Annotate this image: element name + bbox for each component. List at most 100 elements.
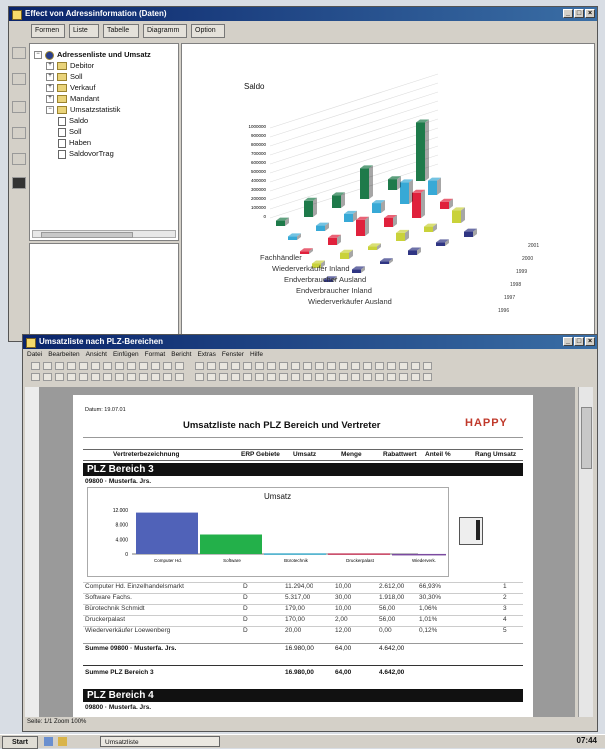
report-toolbar-icon[interactable] xyxy=(127,373,136,381)
report-toolbar-icon[interactable] xyxy=(195,373,204,381)
report-toolbar-icon[interactable] xyxy=(115,373,124,381)
close-button[interactable]: × xyxy=(585,9,595,18)
report-toolbar-icon[interactable] xyxy=(339,362,348,370)
tree-item[interactable]: SaldovorTrag xyxy=(58,149,114,159)
tree-item[interactable]: Haben xyxy=(58,138,91,148)
menu-ansicht[interactable]: Ansicht xyxy=(86,350,107,360)
tree-hscrollbar[interactable] xyxy=(32,230,176,238)
report-toolbar-icon[interactable] xyxy=(339,373,348,381)
report-toolbar-icon[interactable] xyxy=(399,362,408,370)
report-toolbar-icon[interactable] xyxy=(219,362,228,370)
tree-item[interactable]: + Verkauf xyxy=(46,83,95,93)
report-toolbar-icon[interactable] xyxy=(315,373,324,381)
report-toolbar-icon[interactable] xyxy=(55,373,64,381)
report-toolbar-icon[interactable] xyxy=(423,362,432,370)
report-toolbar-icon[interactable] xyxy=(195,362,204,370)
tree-item[interactable]: − Umsatzstatistik xyxy=(46,105,120,115)
tree-expander-icon[interactable]: + xyxy=(46,84,54,93)
toolbar-button-diagramm[interactable]: Diagramm xyxy=(143,24,187,38)
menu-hilfe[interactable]: Hilfe xyxy=(250,350,263,360)
report-vscroll-thumb[interactable] xyxy=(581,407,592,469)
report-toolbar-icon[interactable] xyxy=(79,362,88,370)
menu-extras[interactable]: Extras xyxy=(197,350,215,360)
tree-expander-icon[interactable]: − xyxy=(34,51,42,60)
report-toolbar-icon[interactable] xyxy=(267,373,276,381)
tree-item[interactable]: Saldo xyxy=(58,116,88,126)
report-toolbar-icon[interactable] xyxy=(363,373,372,381)
report-toolbar-icon[interactable] xyxy=(127,362,136,370)
report-close-button[interactable]: × xyxy=(585,337,595,346)
report-toolbar-icon[interactable] xyxy=(91,373,100,381)
report-toolbar-icon[interactable] xyxy=(151,362,160,370)
start-button[interactable]: Start xyxy=(2,736,38,749)
maximize-button[interactable]: □ xyxy=(574,9,584,18)
toolbar-button-liste[interactable]: Liste xyxy=(69,24,99,38)
report-toolbar-icon[interactable] xyxy=(115,362,124,370)
tree-expander-icon[interactable]: + xyxy=(46,95,54,104)
taskbar-item[interactable]: Umsatzliste xyxy=(100,736,220,747)
menu-format[interactable]: Format xyxy=(145,350,166,360)
report-toolbar-icon[interactable] xyxy=(291,373,300,381)
report-toolbar-icon[interactable] xyxy=(351,362,360,370)
menu-datei[interactable]: Datei xyxy=(27,350,42,360)
report-toolbar-icon[interactable] xyxy=(55,362,64,370)
report-toolbar-icon[interactable] xyxy=(67,373,76,381)
tree-hscroll-thumb[interactable] xyxy=(41,232,133,238)
report-toolbar-icon[interactable] xyxy=(139,362,148,370)
tool-icon-5[interactable] xyxy=(12,153,26,165)
report-toolbar-icon[interactable] xyxy=(207,362,216,370)
report-toolbar-icon[interactable] xyxy=(423,373,432,381)
report-toolbar-icon[interactable] xyxy=(303,373,312,381)
analysis-window-titlebar[interactable]: Effect von Adressinformation (Daten) _ □… xyxy=(9,7,597,21)
tool-icon-6[interactable] xyxy=(12,177,26,189)
menu-fenster[interactable]: Fenster xyxy=(222,350,244,360)
report-toolbar-icon[interactable] xyxy=(175,373,184,381)
report-toolbar-icon[interactable] xyxy=(351,373,360,381)
quicklaunch-icon[interactable] xyxy=(44,737,53,746)
minimize-button[interactable]: _ xyxy=(563,9,573,18)
report-maximize-button[interactable]: □ xyxy=(574,337,584,346)
report-toolbar-icon[interactable] xyxy=(31,362,40,370)
report-toolbar-icon[interactable] xyxy=(103,373,112,381)
report-toolbar-icon[interactable] xyxy=(219,373,228,381)
tree-item[interactable]: + Debitor xyxy=(46,61,94,71)
chart-side-icon[interactable] xyxy=(459,517,483,545)
tree-item[interactable]: + Soll xyxy=(46,72,83,82)
report-toolbar-icon[interactable] xyxy=(387,373,396,381)
report-toolbar-icon[interactable] xyxy=(163,373,172,381)
report-toolbar-icon[interactable] xyxy=(231,362,240,370)
report-toolbar-icon[interactable] xyxy=(327,373,336,381)
report-toolbar-icon[interactable] xyxy=(387,362,396,370)
report-window-titlebar[interactable]: Umsatzliste nach PLZ-Bereichen _ □ × xyxy=(23,335,597,349)
report-toolbar-icon[interactable] xyxy=(103,362,112,370)
report-toolbar-icon[interactable] xyxy=(279,362,288,370)
report-toolbar-icon[interactable] xyxy=(43,373,52,381)
menu-bericht[interactable]: Bericht xyxy=(171,350,191,360)
report-toolbar-icon[interactable] xyxy=(91,362,100,370)
report-toolbar-icon[interactable] xyxy=(375,373,384,381)
report-minimize-button[interactable]: _ xyxy=(563,337,573,346)
report-toolbar-icon[interactable] xyxy=(207,373,216,381)
toolbar-button-option[interactable]: Option xyxy=(191,24,225,38)
report-toolbar-icon[interactable] xyxy=(411,373,420,381)
toolbar-button-tabelle[interactable]: Tabelle xyxy=(103,24,139,38)
report-toolbar-icon[interactable] xyxy=(243,362,252,370)
tree-expander-icon[interactable]: + xyxy=(46,73,54,82)
report-toolbar-icon[interactable] xyxy=(43,362,52,370)
report-toolbar-icon[interactable] xyxy=(327,362,336,370)
report-toolbar-icon[interactable] xyxy=(139,373,148,381)
report-toolbar-icon[interactable] xyxy=(315,362,324,370)
menu-bearbeiten[interactable]: Bearbeiten xyxy=(48,350,79,360)
report-toolbar-icon[interactable] xyxy=(163,362,172,370)
tool-icon-2[interactable] xyxy=(12,73,26,85)
tree-expander-icon[interactable]: + xyxy=(46,62,54,71)
report-toolbar-icon[interactable] xyxy=(231,373,240,381)
report-toolbar-icon[interactable] xyxy=(255,362,264,370)
quicklaunch-icon-2[interactable] xyxy=(58,737,67,746)
tree-item[interactable]: Soll xyxy=(58,127,82,137)
report-vscrollbar[interactable] xyxy=(578,387,593,717)
tree-expander-icon[interactable]: − xyxy=(46,106,54,115)
report-toolbar-icon[interactable] xyxy=(151,373,160,381)
tree-item[interactable]: − Adressenliste und Umsatz xyxy=(34,50,151,60)
report-toolbar-icon[interactable] xyxy=(411,362,420,370)
